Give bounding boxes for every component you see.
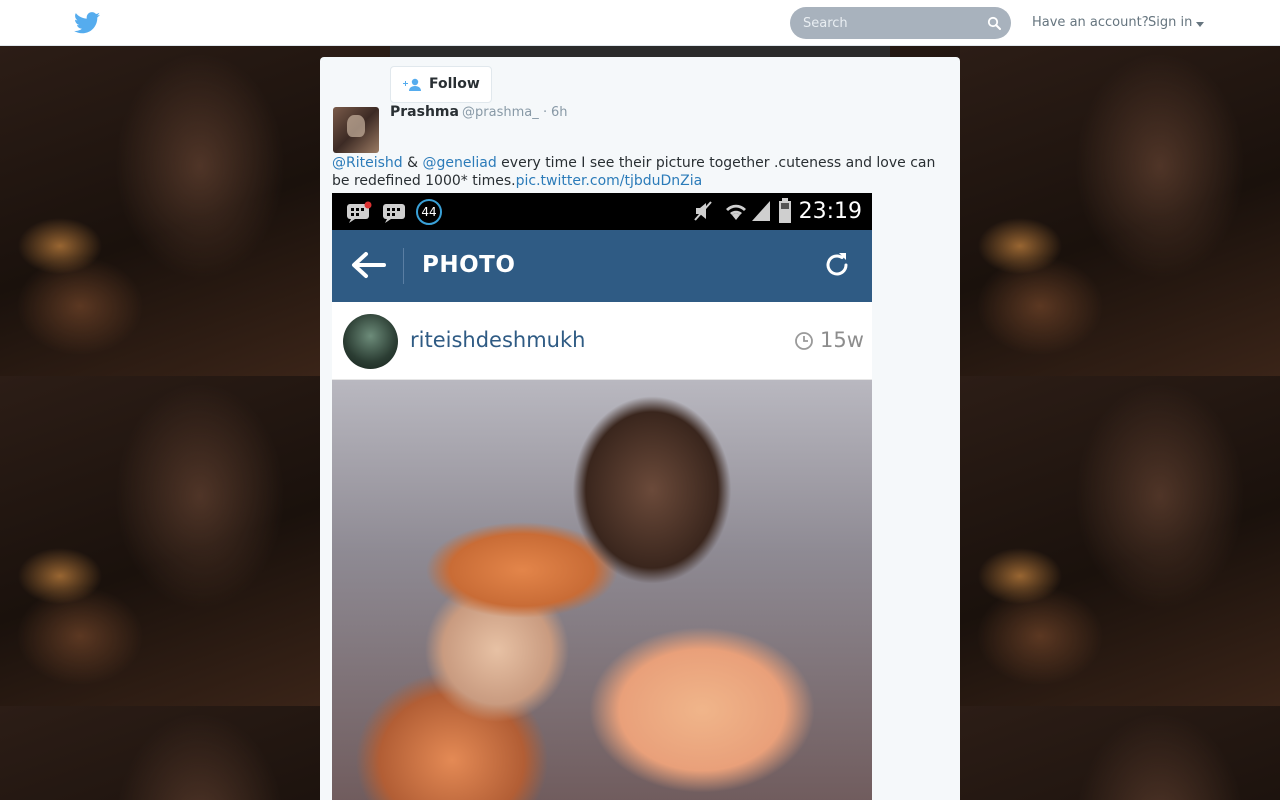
mute-icon (694, 201, 712, 221)
signal-icon (752, 201, 770, 221)
instagram-post-age: 15w (820, 328, 864, 352)
add-user-icon (403, 78, 421, 91)
tweet-card: Follow Prashma @prashma_ · 6h @Riteishd … (320, 57, 960, 800)
mention-riteishd[interactable]: @Riteishd (332, 155, 403, 171)
ampersand-text: & (402, 155, 423, 171)
instagram-screen-title: PHOTO (422, 252, 516, 278)
follow-button[interactable]: Follow (390, 66, 492, 103)
tweet-media-photo[interactable]: 44 23:19 PHOTO riteishdeshmukh 15w (332, 193, 872, 800)
search-icon[interactable] (987, 16, 1001, 30)
bbm-icon (383, 204, 405, 223)
pic-link[interactable]: pic.twitter.com/tjbduDnZia (516, 173, 703, 189)
bbm-notification-icon (347, 201, 372, 223)
clock-icon (795, 332, 813, 350)
search-input[interactable] (790, 7, 980, 39)
instagram-photo (332, 380, 872, 800)
header-divider (403, 248, 404, 284)
instagram-header-bar: PHOTO (332, 230, 872, 302)
phone-status-bar: 44 23:19 (332, 193, 872, 230)
wifi-icon (726, 204, 746, 220)
have-account-text: Have an account? (1032, 15, 1149, 30)
mention-geneliad[interactable]: @geneliad (423, 155, 497, 171)
tweet-text: @Riteishd & @geneliad every time I see t… (332, 154, 942, 190)
separator-dot: · (543, 105, 548, 120)
search-box (790, 7, 1011, 39)
chevron-down-icon[interactable] (1196, 22, 1204, 27)
twitter-bird-icon[interactable] (74, 12, 100, 34)
author-fullname[interactable]: Prashma (390, 104, 459, 120)
back-arrow-icon (352, 252, 386, 278)
battery-icon (779, 198, 791, 223)
avatar[interactable] (333, 107, 379, 153)
instagram-avatar (343, 314, 398, 369)
status-bar-clock: 23:19 (798, 199, 862, 224)
instagram-user-row: riteishdeshmukh 15w (332, 302, 872, 380)
notification-count-badge: 44 (416, 199, 442, 225)
refresh-icon (826, 253, 848, 276)
instagram-username: riteishdeshmukh (410, 328, 586, 352)
follow-label: Follow (429, 76, 480, 92)
sign-in-link[interactable]: Sign in (1148, 15, 1192, 30)
author-username[interactable]: @prashma_ (462, 105, 539, 120)
tweet-timestamp[interactable]: 6h (551, 105, 568, 120)
top-navigation-bar: Have an account? Sign in (0, 0, 1280, 46)
profile-header-strip (390, 46, 890, 57)
